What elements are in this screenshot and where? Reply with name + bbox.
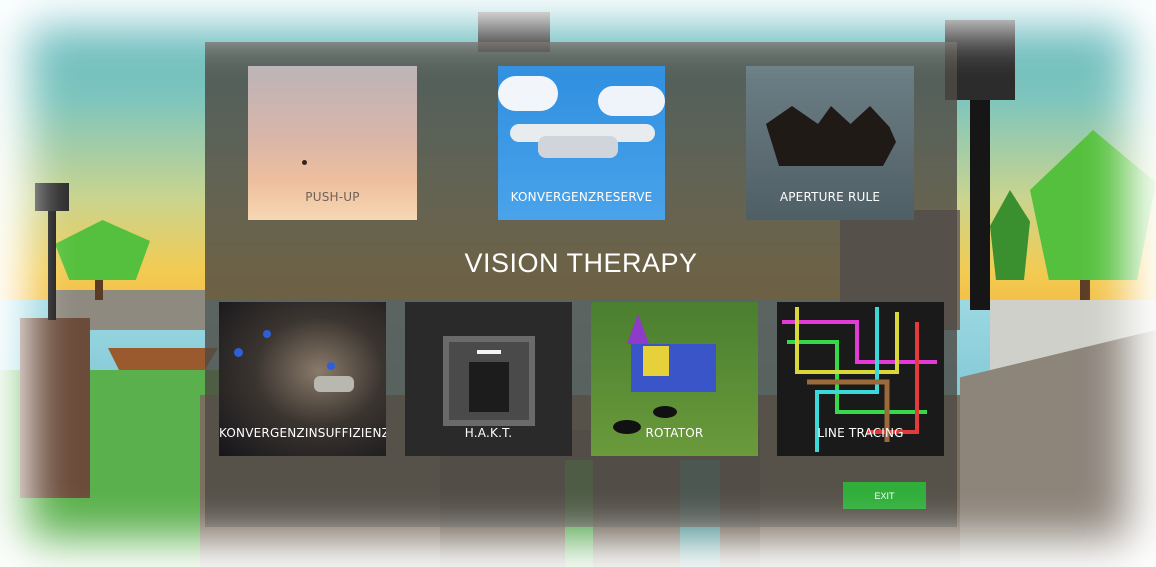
game-label: ROTATOR: [645, 426, 704, 440]
game-tile-rotator[interactable]: ROTATOR: [591, 302, 758, 456]
hole: [653, 406, 677, 418]
game-label: H.A.K.T.: [464, 426, 513, 440]
game-label: LINE TRACING: [817, 426, 904, 440]
game-label: APERTURE RULE: [779, 190, 881, 204]
planet-icon: [263, 330, 271, 338]
target-dot-icon: [302, 160, 307, 165]
ship-icon: [766, 106, 896, 166]
corridor-door: [469, 362, 509, 412]
planet-icon: [234, 348, 243, 357]
lamp-post: [970, 90, 990, 310]
lamp-head: [35, 183, 69, 211]
page-title: VISION THERAPY: [464, 248, 698, 278]
lamp-post: [48, 200, 56, 320]
game-tile-aperture-rule[interactable]: APERTURE RULE: [746, 66, 914, 220]
game-tile-line-tracing[interactable]: LINE TRACING: [777, 302, 944, 456]
game-label: KONVERGENZRESERVE: [510, 190, 653, 204]
game-tile-hakt[interactable]: H.A.K.T.: [405, 302, 572, 456]
cloud: [498, 76, 558, 111]
exit-button[interactable]: EXIT: [843, 482, 926, 509]
game-label: PUSH-UP: [305, 190, 360, 204]
boat: [108, 348, 218, 370]
corridor-light: [477, 350, 501, 354]
game-tile-konvergenzreserve[interactable]: KONVERGENZRESERVE: [498, 66, 665, 220]
game-tile-push-up[interactable]: PUSH-UP: [248, 66, 417, 220]
spaceship-icon: [314, 376, 354, 392]
toy-castle-roof: [627, 314, 649, 344]
game-label: KONVERGENZINSUFFIZIENZ: [219, 426, 386, 440]
game-tile-konvergenzinsuffizienz[interactable]: KONVERGENZINSUFFIZIENZ: [219, 302, 386, 456]
toy-castle-tower: [643, 346, 669, 376]
wooden-pier: [20, 318, 90, 498]
planet-icon: [327, 362, 335, 370]
cloud: [598, 86, 665, 116]
airplane-icon: [538, 136, 618, 158]
